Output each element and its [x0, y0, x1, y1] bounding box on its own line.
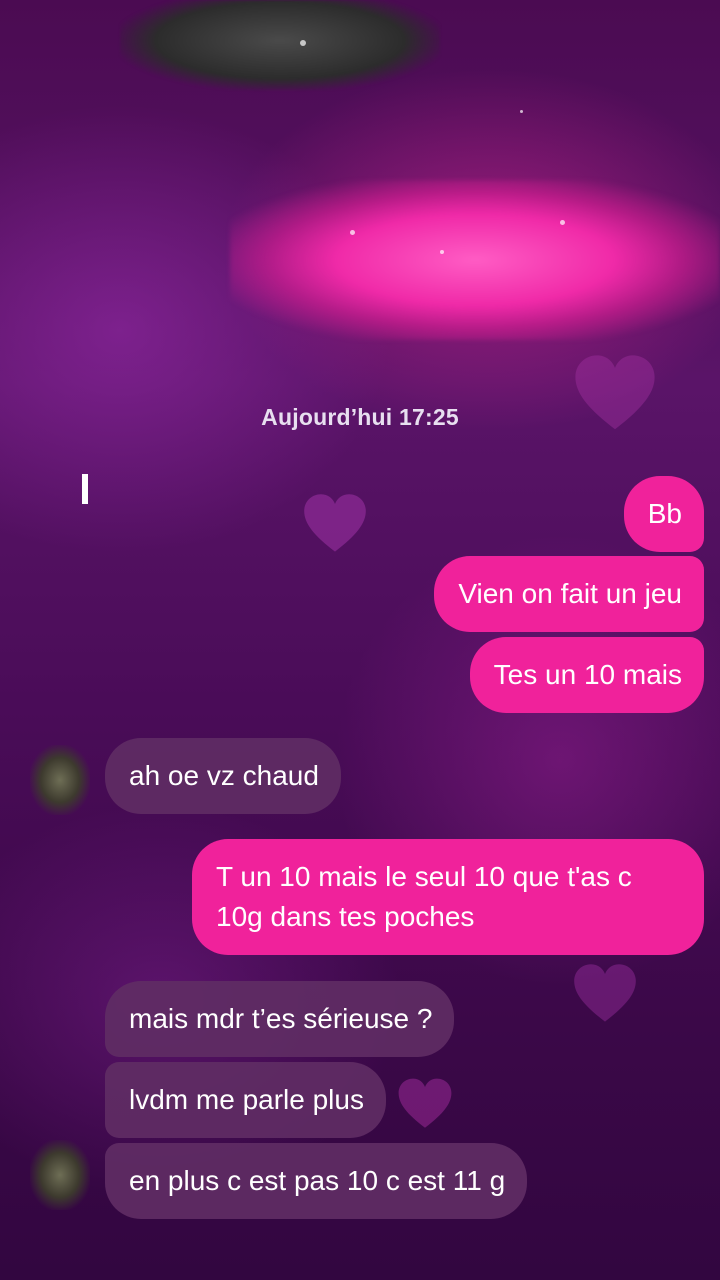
- sparkle-decoration: [300, 40, 306, 46]
- heart-icon: [574, 964, 636, 1022]
- text-cursor: [82, 474, 88, 504]
- avatar[interactable]: [30, 1140, 90, 1210]
- received-message[interactable]: mais mdr t’es sérieuse ?: [105, 981, 455, 1057]
- sent-message[interactable]: Bb: [623, 476, 704, 552]
- received-message[interactable]: ah oe vz chaud: [105, 738, 341, 814]
- sparkle-decoration: [440, 250, 444, 254]
- received-message[interactable]: lvdm me parle plus: [105, 1062, 386, 1138]
- background-art-pink: [230, 180, 720, 340]
- message-timestamp: Aujourd’hui 17:25: [261, 404, 459, 430]
- sparkle-decoration: [560, 220, 565, 225]
- received-message[interactable]: en plus c est pas 10 c est 11 g: [105, 1143, 528, 1219]
- heart-icon: [304, 494, 366, 552]
- sparkle-decoration: [520, 110, 523, 113]
- background-art-dark: [120, 0, 440, 90]
- heart-icon: [398, 1078, 452, 1128]
- sent-message[interactable]: T un 10 mais le seul 10 que t'as c 10g d…: [192, 839, 704, 955]
- sent-message[interactable]: Tes un 10 mais: [469, 637, 704, 713]
- avatar[interactable]: [30, 745, 90, 815]
- sparkle-decoration: [350, 230, 355, 235]
- sent-message[interactable]: Vien on fait un jeu: [434, 556, 704, 632]
- chat-screen: Aujourd’hui 17:25 Bb Vien on fait un jeu…: [0, 0, 720, 1280]
